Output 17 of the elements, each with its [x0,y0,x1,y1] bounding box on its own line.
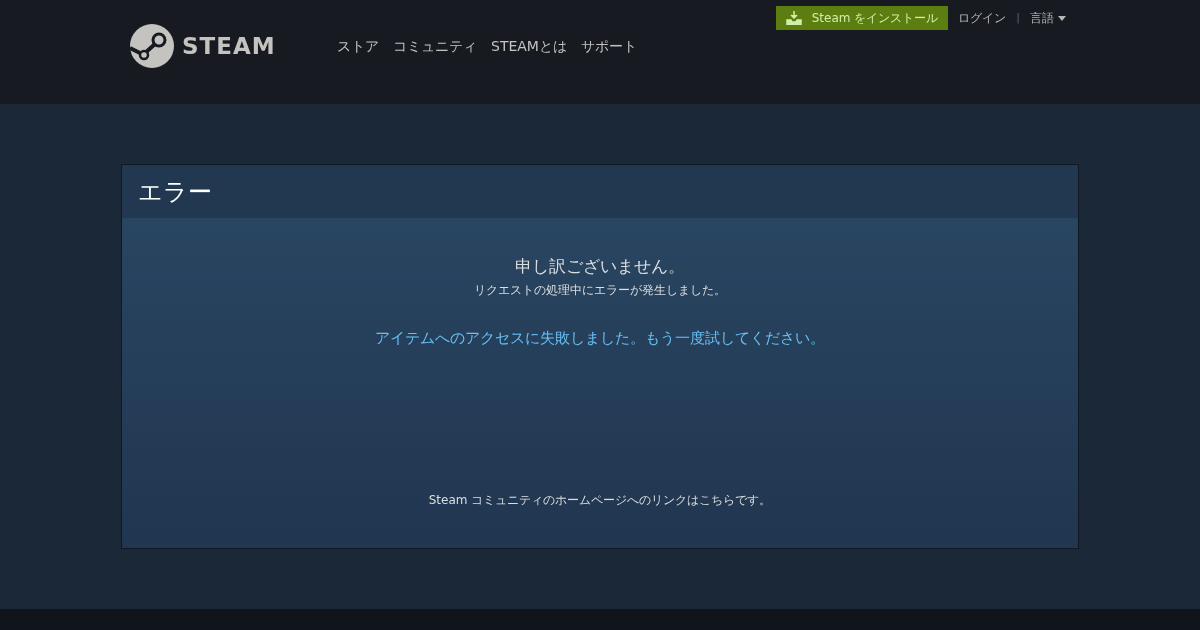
error-title: エラー [138,176,212,208]
error-heading: 申し訳ございません。 [515,255,685,278]
language-dropdown[interactable]: 言語 [1030,9,1066,27]
nav-link[interactable]: サポート [580,35,637,57]
logo-wordmark: STEAM [182,31,276,61]
nav-link[interactable]: コミュニティ [393,35,477,57]
separator-text: | [1016,9,1020,26]
error-message: アイテムへのアクセスに失敗しました。もう一度試してください。 [375,327,825,349]
download-icon [785,11,802,25]
caret-icon [1058,15,1066,21]
nav-link[interactable]: STEAMとは [491,35,567,57]
install-steam-button[interactable]: Steam をインストール [775,6,949,30]
login-link[interactable]: ログイン [958,9,1007,27]
nav-link[interactable]: ストア [337,35,379,57]
homepage-link-note: Steam コミュニティのホームページへのリンクはこちらです。 [428,492,772,509]
error-subheading: リクエストの処理中にエラーが発生しました。 [474,281,726,299]
steam-logo-icon [130,24,174,68]
